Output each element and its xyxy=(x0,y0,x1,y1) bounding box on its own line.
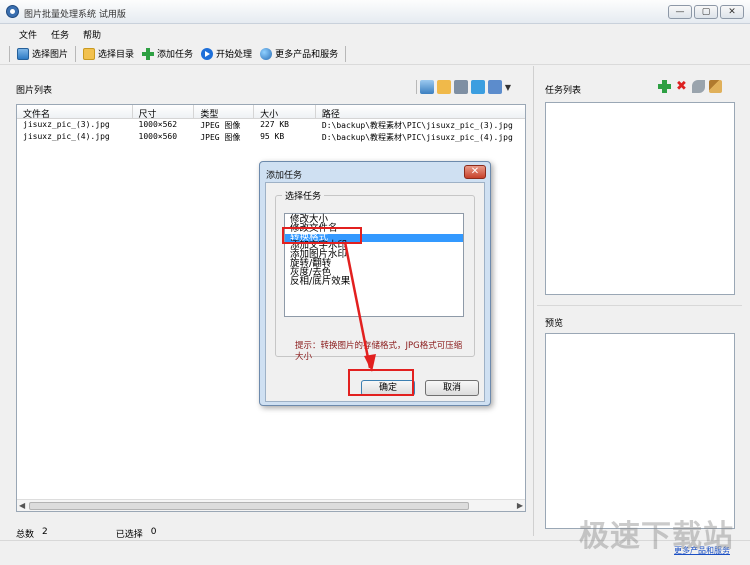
annotation-arrow-icon xyxy=(343,241,376,372)
